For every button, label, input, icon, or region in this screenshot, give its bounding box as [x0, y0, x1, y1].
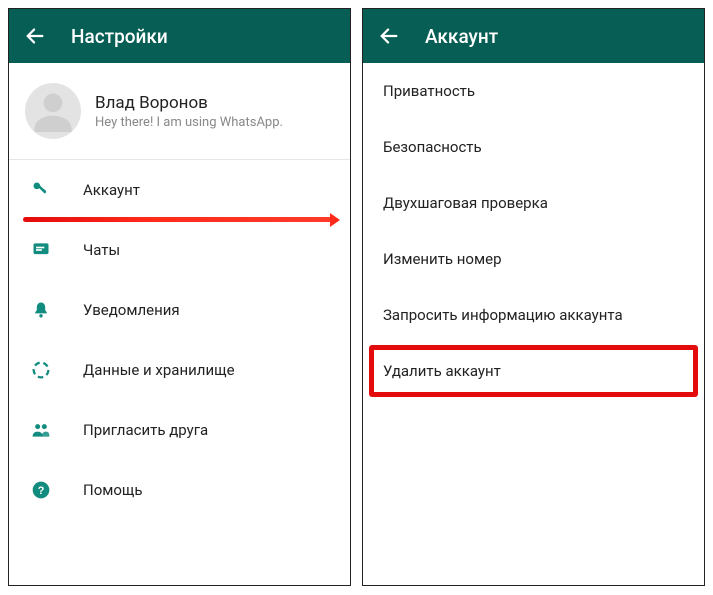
menu-item-invite[interactable]: Пригласить друга	[9, 400, 350, 460]
invite-icon	[29, 418, 53, 442]
account-header: Аккаунт	[363, 9, 704, 63]
account-item-label: Запросить информацию аккаунта	[383, 306, 623, 324]
menu-item-label: Данные и хранилище	[83, 361, 235, 379]
profile-name: Влад Воронов	[95, 93, 334, 113]
account-item[interactable]: Приватность	[363, 63, 704, 119]
account-item[interactable]: Безопасность	[363, 119, 704, 175]
chat-icon	[29, 238, 53, 262]
settings-title: Настройки	[71, 25, 168, 48]
account-item[interactable]: Двухшаговая проверка	[363, 175, 704, 231]
help-icon: ?	[29, 478, 53, 502]
account-screen: Аккаунт Приватность Безопасность Двухшагов…	[362, 8, 705, 586]
settings-header: Настройки	[9, 9, 350, 63]
menu-item-bell[interactable]: Уведомления	[9, 280, 350, 340]
arrow-left-icon	[24, 25, 46, 47]
avatar	[25, 83, 81, 139]
account-item-label: Изменить номер	[383, 250, 502, 268]
back-button[interactable]	[377, 24, 401, 48]
svg-text:?: ?	[38, 485, 45, 497]
settings-screen: Настройки Влад Воронов Hey there! I am u…	[8, 8, 351, 586]
menu-item-help[interactable]: ? Помощь	[9, 460, 350, 520]
account-title: Аккаунт	[425, 25, 498, 48]
menu-item-label: Аккаунт	[83, 181, 140, 199]
menu-item-label: Помощь	[83, 481, 143, 499]
menu-item-label: Чаты	[83, 241, 120, 259]
profile-status: Hey there! I am using WhatsApp.	[95, 115, 334, 130]
data-icon	[29, 358, 53, 382]
arrow-left-icon	[378, 25, 400, 47]
person-icon	[25, 83, 81, 139]
menu-item-label: Уведомления	[83, 301, 180, 319]
account-item-label: Безопасность	[383, 138, 482, 156]
profile-text: Влад Воронов Hey there! I am using Whats…	[95, 93, 334, 130]
account-item-label: Удалить аккаунт	[383, 362, 501, 380]
account-item[interactable]: Удалить аккаунт	[363, 343, 704, 399]
account-item-label: Приватность	[383, 82, 475, 100]
menu-item-key[interactable]: Аккаунт	[9, 160, 350, 220]
bell-icon	[29, 298, 53, 322]
account-item-label: Двухшаговая проверка	[383, 194, 548, 212]
back-button[interactable]	[23, 24, 47, 48]
key-icon	[29, 178, 53, 202]
menu-item-chat[interactable]: Чаты	[9, 220, 350, 280]
account-item[interactable]: Запросить информацию аккаунта	[363, 287, 704, 343]
profile-row[interactable]: Влад Воронов Hey there! I am using Whats…	[9, 63, 350, 159]
menu-item-data[interactable]: Данные и хранилище	[9, 340, 350, 400]
menu-item-label: Пригласить друга	[83, 421, 208, 439]
account-item[interactable]: Изменить номер	[363, 231, 704, 287]
